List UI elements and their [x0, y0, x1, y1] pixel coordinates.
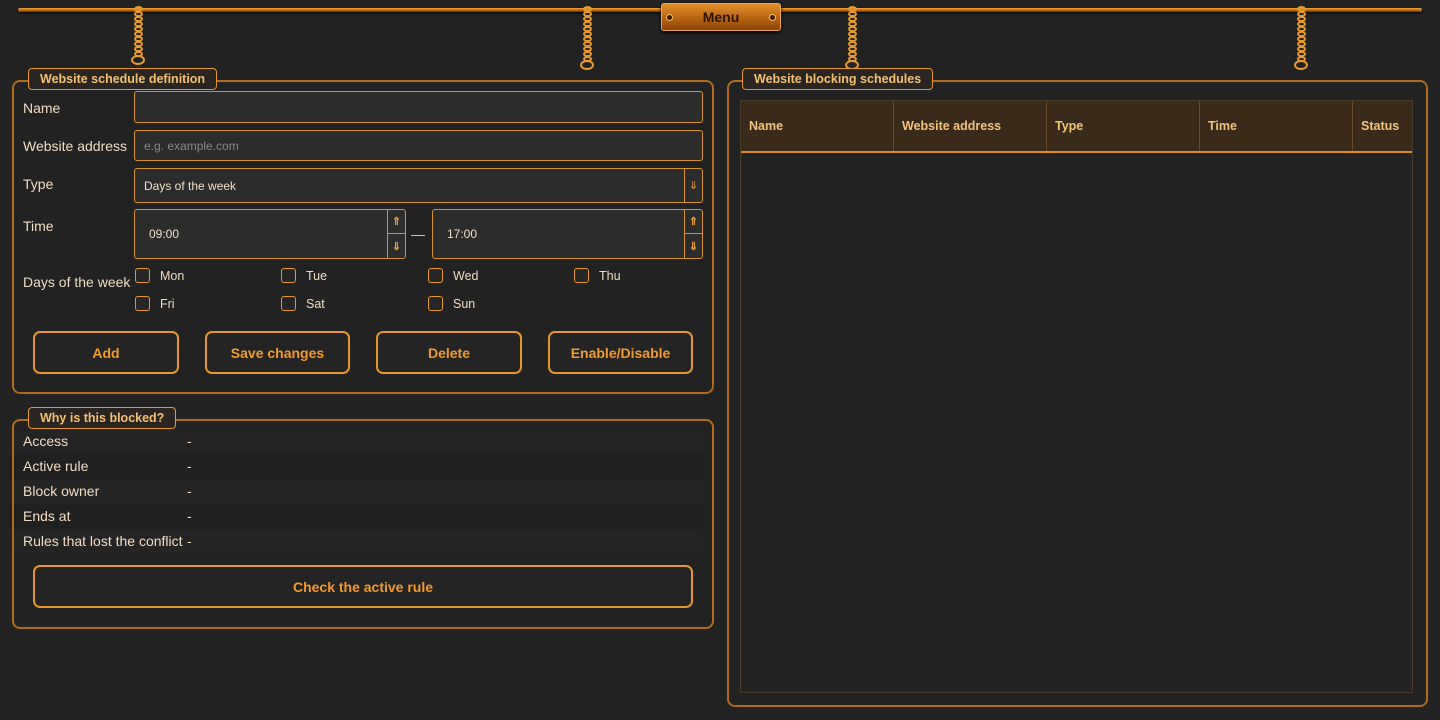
name-input[interactable] [134, 91, 703, 123]
info-row-active-rule: Active rule - [14, 454, 702, 479]
info-value: - [187, 458, 192, 474]
website-label: Website address [23, 138, 128, 154]
table-header: Name Website address Type Time Status [741, 101, 1412, 153]
menu-button[interactable]: Menu [661, 3, 781, 31]
arrow-down-icon[interactable]: ⇓ [388, 234, 405, 258]
delete-button[interactable]: Delete [376, 331, 522, 374]
day-label: Thu [599, 268, 621, 283]
column-header-type[interactable]: Type [1047, 101, 1200, 151]
type-label: Type [23, 176, 54, 192]
column-header-website[interactable]: Website address [894, 101, 1047, 151]
checkbox-box[interactable] [428, 296, 443, 311]
arrow-up-icon[interactable]: ⇑ [685, 210, 702, 234]
blocked-info-title: Why is this blocked? [28, 407, 177, 429]
info-row-lost-rules: Rules that lost the conflict - [14, 529, 702, 554]
info-key: Block owner [23, 483, 100, 499]
schedule-definition-title: Website schedule definition [28, 68, 218, 90]
end-time-spinbox[interactable]: 17:00 ⇑ ⇓ [432, 209, 703, 259]
start-time-value: 09:00 [149, 227, 180, 241]
day-checkbox-wed[interactable]: Wed [428, 268, 478, 283]
info-key: Rules that lost the conflict [23, 533, 183, 549]
info-value: - [187, 433, 192, 449]
time-separator: — [411, 226, 425, 242]
chain-icon [845, 6, 859, 70]
menu-label: Menu [702, 9, 740, 25]
info-value: - [187, 508, 192, 524]
name-label: Name [23, 100, 61, 116]
day-label: Mon [160, 268, 185, 283]
info-key: Access [23, 433, 69, 449]
day-checkbox-sat[interactable]: Sat [281, 296, 325, 311]
info-value: - [187, 483, 192, 499]
day-checkbox-thu[interactable]: Thu [574, 268, 621, 283]
day-checkbox-fri[interactable]: Fri [135, 296, 175, 311]
day-label: Wed [453, 268, 479, 283]
checkbox-box[interactable] [281, 296, 296, 311]
check-active-rule-button[interactable]: Check the active rule [33, 565, 693, 608]
info-key: Active rule [23, 458, 89, 474]
start-time-stepper[interactable]: ⇑ ⇓ [387, 210, 405, 258]
column-header-time[interactable]: Time [1200, 101, 1353, 151]
info-row-ends-at: Ends at - [14, 504, 702, 529]
arrow-down-icon[interactable]: ⇓ [685, 234, 702, 258]
checkbox-box[interactable] [135, 296, 150, 311]
website-input[interactable] [134, 130, 703, 161]
column-header-status[interactable]: Status [1353, 101, 1412, 151]
column-header-name[interactable]: Name [741, 101, 894, 151]
day-label: Sun [453, 296, 476, 311]
schedules-table[interactable]: Name Website address Type Time Status [740, 100, 1413, 693]
save-changes-button[interactable]: Save changes [205, 331, 350, 374]
type-select[interactable]: Days of the week ⇓ [134, 168, 703, 203]
chain-icon [131, 6, 145, 65]
schedules-title: Website blocking schedules [742, 68, 934, 90]
end-time-value: 17:00 [447, 227, 478, 241]
chevron-down-icon[interactable]: ⇓ [684, 169, 702, 202]
checkbox-box[interactable] [428, 268, 443, 283]
day-checkbox-mon[interactable]: Mon [135, 268, 184, 283]
nail-icon [666, 14, 673, 21]
info-row-block-owner: Block owner - [14, 479, 702, 504]
day-checkbox-sun[interactable]: Sun [428, 296, 475, 311]
arrow-up-icon[interactable]: ⇑ [388, 210, 405, 234]
enable-disable-button[interactable]: Enable/Disable [548, 331, 693, 374]
info-row-access: Access - [14, 429, 702, 454]
nail-icon [769, 14, 776, 21]
days-label: Days of the week [23, 274, 131, 290]
info-key: Ends at [23, 508, 71, 524]
start-time-spinbox[interactable]: 09:00 ⇑ ⇓ [134, 209, 406, 259]
type-value: Days of the week [144, 178, 237, 193]
add-button[interactable]: Add [33, 331, 179, 374]
day-label: Sat [306, 296, 325, 311]
chain-icon [580, 6, 594, 70]
checkbox-box[interactable] [281, 268, 296, 283]
day-label: Tue [306, 268, 328, 283]
time-label: Time [23, 218, 54, 234]
checkbox-box[interactable] [574, 268, 589, 283]
chain-icon [1294, 6, 1308, 70]
checkbox-box[interactable] [135, 268, 150, 283]
end-time-stepper[interactable]: ⇑ ⇓ [684, 210, 702, 258]
info-value: - [187, 533, 192, 549]
day-checkbox-tue[interactable]: Tue [281, 268, 327, 283]
day-label: Fri [160, 296, 175, 311]
